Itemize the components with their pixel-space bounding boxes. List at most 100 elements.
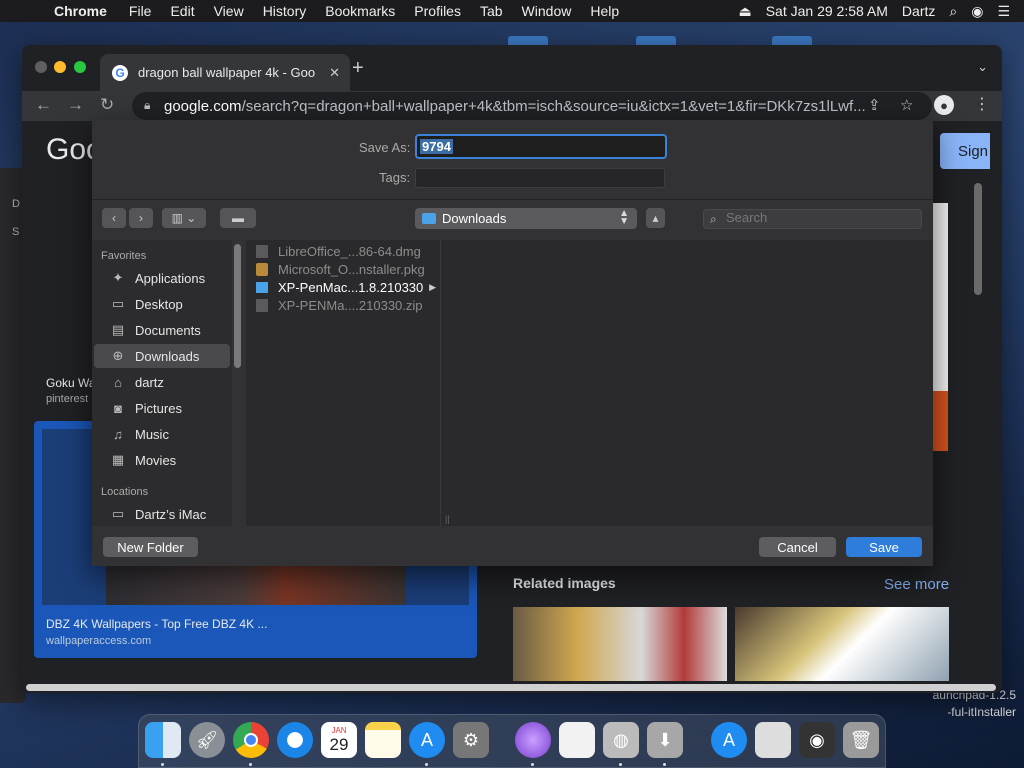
tags-field[interactable] (415, 168, 665, 188)
sidebar-item-pictures[interactable]: ◙ Pictures (92, 396, 232, 420)
save-as-value[interactable]: 9794 (420, 139, 453, 154)
installer-icon[interactable] (515, 722, 551, 758)
close-window-button[interactable] (35, 61, 47, 73)
lock-icon[interactable]: 🔒︎ (144, 98, 150, 113)
see-more-link[interactable]: See more (884, 576, 949, 593)
menu-file[interactable]: File (129, 3, 152, 19)
finder-icon[interactable] (145, 722, 181, 758)
siri-icon[interactable]: ◉ (971, 3, 983, 20)
horizontal-scrollbar[interactable] (22, 681, 1002, 693)
sidebar-item-music[interactable]: ♫ Music (92, 422, 232, 446)
sidebar-item-dartz[interactable]: ⌂ dartz (92, 370, 232, 394)
app-store-2-icon[interactable]: A (711, 722, 747, 758)
screenshot-icon[interactable]: ◉ (799, 722, 835, 758)
sidebar-item-label: Dartz’s iMac (135, 506, 207, 522)
menubar-clock[interactable]: Sat Jan 29 2:58 AM (766, 3, 888, 19)
search-field[interactable]: ⌕ Search (703, 209, 922, 229)
new-folder-button[interactable]: New Folder (103, 537, 198, 557)
sign-in-button[interactable]: Sign (940, 133, 990, 169)
minimize-window-button[interactable] (54, 61, 66, 73)
file-item[interactable]: LibreOffice_...86-64.dmg (246, 242, 440, 260)
zoom-window-button[interactable] (74, 61, 86, 73)
back-arrow-icon[interactable]: ← (35, 95, 52, 115)
save-as-field[interactable]: 9794 (415, 134, 667, 159)
file-icon (256, 298, 268, 312)
new-folder-icon[interactable]: ▬ (220, 208, 256, 228)
related-image-thumbnail[interactable] (735, 607, 949, 681)
file-item[interactable]: Microsoft_O...nstaller.pkg (246, 260, 440, 278)
chrome-icon[interactable] (233, 722, 269, 758)
vertical-scrollbar[interactable] (974, 183, 982, 295)
forward-nav-icon[interactable]: › (129, 208, 153, 228)
close-tab-icon[interactable]: ✕ (329, 65, 340, 81)
forward-arrow-icon[interactable]: → (67, 95, 84, 115)
reload-icon[interactable]: ↻ (100, 95, 114, 115)
new-tab-button[interactable]: + (352, 57, 364, 80)
profile-avatar-icon[interactable]: ● (934, 95, 954, 115)
menu-history[interactable]: History (263, 3, 307, 19)
eject-icon[interactable]: ⏏ (738, 3, 751, 20)
menu-bookmarks[interactable]: Bookmarks (325, 3, 395, 19)
sidebar-item-movies[interactable]: ▦ Movies (92, 448, 232, 472)
installer-package-icon[interactable]: ⬇ (647, 722, 683, 758)
menu-window[interactable]: Window (522, 3, 572, 19)
cancel-button[interactable]: Cancel (759, 537, 836, 557)
menu-tab[interactable]: Tab (480, 3, 503, 19)
url-host: google.com (164, 97, 242, 115)
collapse-dialog-icon[interactable]: ▴ (646, 208, 665, 228)
desktop-file-label[interactable]: -ful-itInstaller (947, 705, 1016, 719)
image-result-title[interactable]: Goku Wa (46, 376, 96, 390)
image-result-source[interactable]: pinterest (46, 393, 88, 405)
notes-icon[interactable] (365, 722, 401, 758)
system-preferences-icon[interactable]: ⚙ (453, 722, 489, 758)
preview-column (454, 240, 933, 526)
disk-utility-icon[interactable]: ◍ (603, 722, 639, 758)
save-button[interactable]: Save (846, 537, 922, 557)
share-icon[interactable]: ⇪ (868, 96, 881, 114)
result-card-source[interactable]: wallpaperaccess.com (46, 635, 151, 647)
control-center-icon[interactable]: ☰ (997, 3, 1010, 20)
column-resize-handle[interactable]: || (440, 240, 454, 526)
related-image-thumbnail[interactable] (513, 607, 727, 681)
save-as-label: Save As: (359, 140, 411, 155)
google-favicon-icon: G (112, 64, 128, 81)
sidebar: Favorites ✦ Applications ▭ Desktop ▤ Docume… (92, 240, 232, 526)
back-nav-icon[interactable]: ‹ (102, 208, 126, 228)
address-bar[interactable]: 🔒︎ google.com/search?q=dragon+ball+wallp… (132, 92, 932, 120)
menu-view[interactable]: View (214, 3, 244, 19)
menu-app-name[interactable]: Chrome (54, 3, 107, 19)
safari-icon[interactable] (277, 722, 313, 758)
sidebar-scrollbar[interactable] (234, 244, 241, 368)
file-icon[interactable] (755, 722, 791, 758)
view-mode-icon[interactable]: ▥ ⌄ (162, 208, 206, 228)
app-store-icon[interactable]: A (409, 722, 445, 758)
location-popup[interactable]: Downloads ▲ ▼ (415, 208, 637, 229)
tab-search-chevron-icon[interactable]: ⌄ (977, 59, 988, 75)
spotlight-icon[interactable]: ⌕ (949, 3, 957, 20)
folder-item[interactable]: XP-PenMac...1.8.210330 ▶ (246, 278, 440, 296)
sidebar-item-documents[interactable]: ▤ Documents (92, 318, 232, 342)
downloads-icon: ⊕ (112, 348, 124, 363)
calendar-icon[interactable]: JAN 29 (321, 722, 357, 758)
more-menu-icon[interactable]: ⋮ (974, 94, 990, 114)
sidebar-item-imac[interactable]: ▭ Dartz’s iMac (92, 502, 232, 526)
file-item[interactable]: XP-PENMa....210330.zip (246, 296, 440, 314)
resize-grip-icon[interactable]: || (445, 514, 450, 524)
horizontal-scroll-thumb[interactable] (26, 684, 996, 691)
document-icon[interactable] (559, 722, 595, 758)
running-indicator (161, 763, 164, 766)
menu-edit[interactable]: Edit (170, 3, 194, 19)
menubar-user[interactable]: Dartz (902, 3, 935, 19)
sidebar-item-desktop[interactable]: ▭ Desktop (92, 292, 232, 316)
trash-icon[interactable]: 🗑︎ (843, 722, 879, 758)
launchpad-icon[interactable]: 🚀︎ (189, 722, 225, 758)
browser-tab[interactable]: G dragon ball wallpaper 4k - Goo ✕ (100, 54, 350, 91)
sidebar-item-downloads[interactable]: ⊕ Downloads (94, 344, 230, 368)
sidebar-item-applications[interactable]: ✦ Applications (92, 266, 232, 290)
favorites-header: Favorites (101, 250, 147, 262)
menu-help[interactable]: Help (590, 3, 619, 19)
bookmark-star-icon[interactable]: ☆ (900, 96, 913, 114)
result-card-title[interactable]: DBZ 4K Wallpapers - Top Free DBZ 4K ... (46, 617, 267, 631)
menu-profiles[interactable]: Profiles (414, 3, 461, 19)
preview-image[interactable] (932, 203, 948, 451)
